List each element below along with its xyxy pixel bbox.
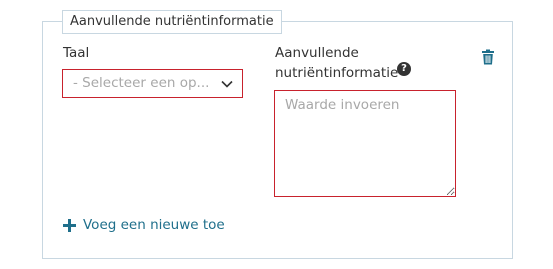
language-select[interactable]: - Selecteer een op... [62,69,243,98]
add-new-label: Voeg een nieuwe toe [83,217,225,233]
info-label-line1: Aanvullende [275,45,359,61]
add-new-link[interactable]: Voeg een nieuwe toe [63,215,225,235]
fieldset-legend: Aanvullende nutriëntinformatie [62,10,282,34]
plus-icon [63,218,76,232]
chevron-down-icon [221,80,233,88]
nutrient-info-textarea[interactable] [274,90,456,197]
help-icon[interactable]: ? [397,62,411,76]
language-label: Taal [63,45,90,61]
language-select-value: - Selecteer een op... [73,75,210,91]
trash-icon[interactable] [481,49,495,65]
info-label-line2: nutriëntinformatie [275,65,399,81]
